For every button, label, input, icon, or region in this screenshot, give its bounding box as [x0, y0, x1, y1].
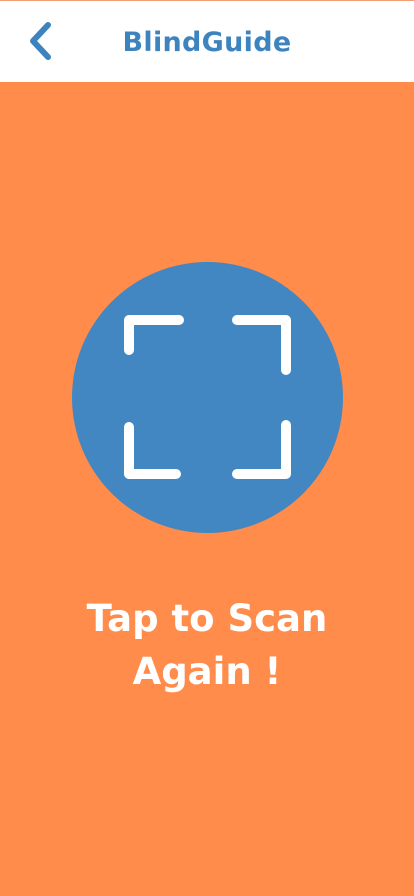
page-title: BlindGuide — [122, 27, 292, 58]
scan-caption[interactable]: Tap to Scan Again ! — [0, 592, 414, 698]
scan-caption-line-1: Tap to Scan — [86, 597, 328, 640]
scan-screen: Tap to Scan Again ! — [0, 82, 414, 896]
scan-frame-icon — [124, 315, 291, 479]
app-header: BlindGuide — [0, 0, 414, 82]
scan-caption-line-2: Again ! — [132, 650, 282, 693]
scan-button[interactable] — [72, 262, 343, 533]
